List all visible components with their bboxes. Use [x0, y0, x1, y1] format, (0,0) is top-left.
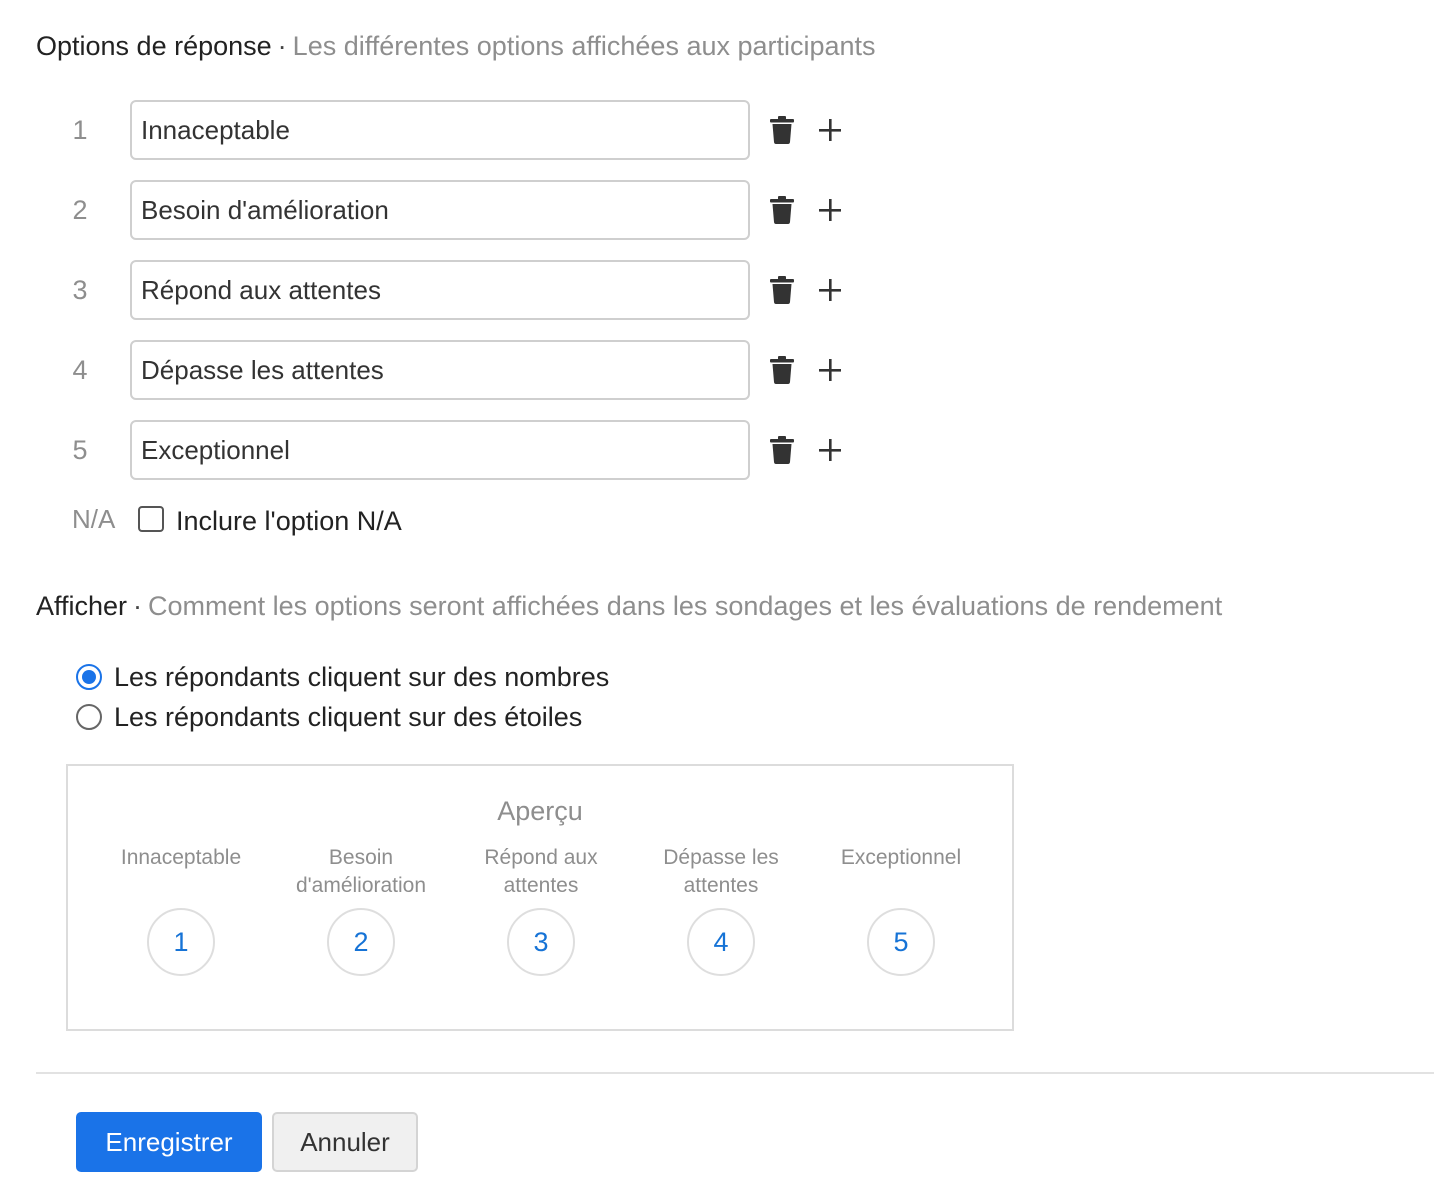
option-number: 2 [72, 195, 88, 225]
display-section-header: Afficher · Comment les options seront affi… [36, 590, 1222, 622]
options-section-description: Les différentes options affichées aux pa… [292, 31, 876, 61]
plus-icon[interactable] [814, 114, 846, 146]
options-section-header: Options de réponse · Les différentes optio… [36, 30, 876, 62]
plus-icon[interactable] [814, 194, 846, 226]
preview-item: Répond aux attentes 3 [456, 844, 626, 1024]
stars-radio-label[interactable]: Les répondants cliquent sur des étoiles [114, 700, 582, 734]
footer-divider [36, 1072, 1434, 1074]
cancel-button[interactable]: Annuler [272, 1112, 418, 1172]
trash-icon[interactable] [766, 194, 798, 226]
option-number: 5 [72, 435, 88, 465]
preview-item: Besoin d'amélioration 2 [276, 844, 446, 1024]
display-section-description: Comment les options seront affichées dan… [148, 591, 1223, 621]
trash-icon[interactable] [766, 354, 798, 386]
preview-item-label: Besoin d'amélioration [295, 846, 427, 897]
preview-number-button[interactable]: 5 [867, 908, 935, 976]
preview-item: Exceptionnel 5 [816, 844, 986, 1024]
preview-title: Aperçu [497, 796, 583, 826]
plus-icon[interactable] [814, 434, 846, 466]
preview-panel: Aperçu Innaceptable 1 Besoin d'améliorat… [66, 764, 1014, 1031]
include-na-label[interactable]: Inclure l'option N/A [176, 506, 402, 537]
options-section-separator: · [277, 31, 287, 61]
options-section-title: Options de réponse [36, 31, 272, 61]
preview-item-label: Exceptionnel [840, 846, 962, 869]
na-label: N/A [72, 504, 116, 534]
trash-icon[interactable] [766, 274, 798, 306]
option-row: 4 [0, 340, 900, 400]
save-button[interactable]: Enregistrer [76, 1112, 262, 1172]
preview-number-button[interactable]: 3 [507, 908, 575, 976]
numbers-radio[interactable] [76, 664, 102, 690]
option-number: 3 [72, 275, 88, 305]
plus-icon[interactable] [814, 274, 846, 306]
numbers-radio-label[interactable]: Les répondants cliquent sur des nombres [114, 660, 609, 694]
option-input[interactable] [130, 420, 750, 480]
preview-item-label: Dépasse les attentes [663, 846, 779, 897]
include-na-checkbox[interactable] [138, 506, 164, 532]
option-input[interactable] [130, 180, 750, 240]
trash-icon[interactable] [766, 114, 798, 146]
preview-item: Innaceptable 1 [96, 844, 266, 1024]
preview-item: Dépasse les attentes 4 [636, 844, 806, 1024]
option-row: 2 [0, 180, 900, 240]
display-mode-numbers-option[interactable]: Les répondants cliquent sur des nombres [76, 660, 776, 694]
option-row: 1 [0, 100, 900, 160]
option-row: 5 [0, 420, 900, 480]
display-section-title: Afficher [36, 591, 128, 621]
display-mode-stars-option[interactable]: Les répondants cliquent sur des étoiles [76, 700, 776, 734]
preview-number-button[interactable]: 2 [327, 908, 395, 976]
plus-icon[interactable] [814, 354, 846, 386]
preview-number-button[interactable]: 4 [687, 908, 755, 976]
preview-number-button[interactable]: 1 [147, 908, 215, 976]
option-input[interactable] [130, 340, 750, 400]
option-number: 1 [72, 115, 88, 145]
option-row: 3 [0, 260, 900, 320]
trash-icon[interactable] [766, 434, 798, 466]
stars-radio[interactable] [76, 704, 102, 730]
display-section-separator: · [133, 591, 143, 621]
option-input[interactable] [130, 260, 750, 320]
preview-item-label: Innaceptable [120, 846, 242, 869]
preview-item-label: Répond aux attentes [484, 846, 598, 897]
option-number: 4 [72, 355, 88, 385]
option-input[interactable] [130, 100, 750, 160]
